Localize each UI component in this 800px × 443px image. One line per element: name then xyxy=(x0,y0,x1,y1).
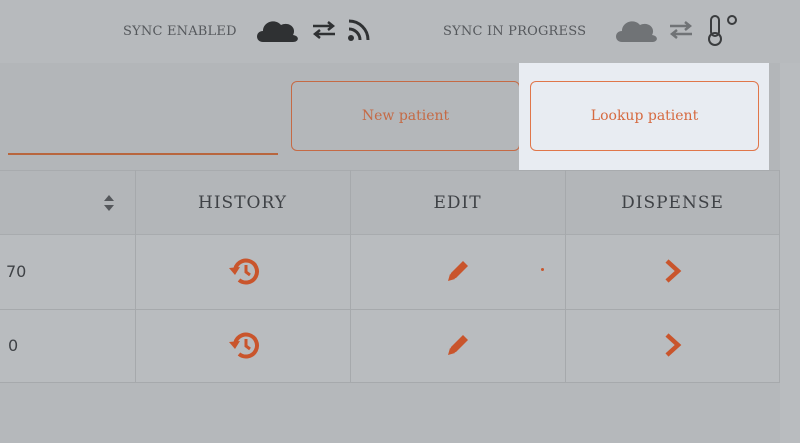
sync-enabled-label: SYNC ENABLED xyxy=(123,24,237,39)
status-bar: SYNC ENABLED SYNC IN PROGRESS xyxy=(0,0,800,63)
arrows-swap-icon xyxy=(668,20,694,44)
new-patient-button[interactable]: New patient xyxy=(291,81,520,151)
search-input-underline[interactable] xyxy=(8,153,278,155)
sync-progress-group: SYNC IN PROGRESS xyxy=(443,0,744,63)
cloud-icon xyxy=(612,16,660,48)
chevron-right-icon[interactable] xyxy=(663,257,683,289)
column-header-history: HISTORY xyxy=(135,170,350,235)
arrows-swap-icon xyxy=(311,20,337,44)
sort-icon[interactable] xyxy=(103,194,115,217)
column-header-sort[interactable] xyxy=(0,170,135,235)
chevron-right-icon[interactable] xyxy=(663,331,683,363)
dispense-button[interactable] xyxy=(565,310,780,383)
pencil-icon[interactable] xyxy=(443,256,473,290)
row-value: 70 xyxy=(6,262,27,281)
pencil-icon[interactable] xyxy=(443,330,473,364)
history-icon[interactable] xyxy=(226,330,260,364)
sync-enabled-group: SYNC ENABLED xyxy=(123,0,371,63)
row-value: 0 xyxy=(8,336,19,355)
sync-in-progress-label: SYNC IN PROGRESS xyxy=(443,24,587,39)
edit-button[interactable] xyxy=(350,310,565,383)
history-button[interactable] xyxy=(135,310,350,383)
cloud-icon xyxy=(253,16,301,48)
dispense-button[interactable] xyxy=(565,236,780,309)
dot-marker xyxy=(541,268,544,271)
column-header-edit: EDIT xyxy=(350,170,565,235)
edit-button[interactable] xyxy=(350,236,565,309)
column-header-dispense: DISPENSE xyxy=(565,170,780,235)
history-button[interactable] xyxy=(135,236,350,309)
thermometer-icon xyxy=(704,13,744,51)
lookup-patient-button[interactable]: Lookup patient xyxy=(530,81,759,151)
rss-feed-icon xyxy=(347,18,371,46)
right-margin xyxy=(780,63,800,443)
history-icon[interactable] xyxy=(226,256,260,290)
table-footer-area xyxy=(0,383,780,443)
